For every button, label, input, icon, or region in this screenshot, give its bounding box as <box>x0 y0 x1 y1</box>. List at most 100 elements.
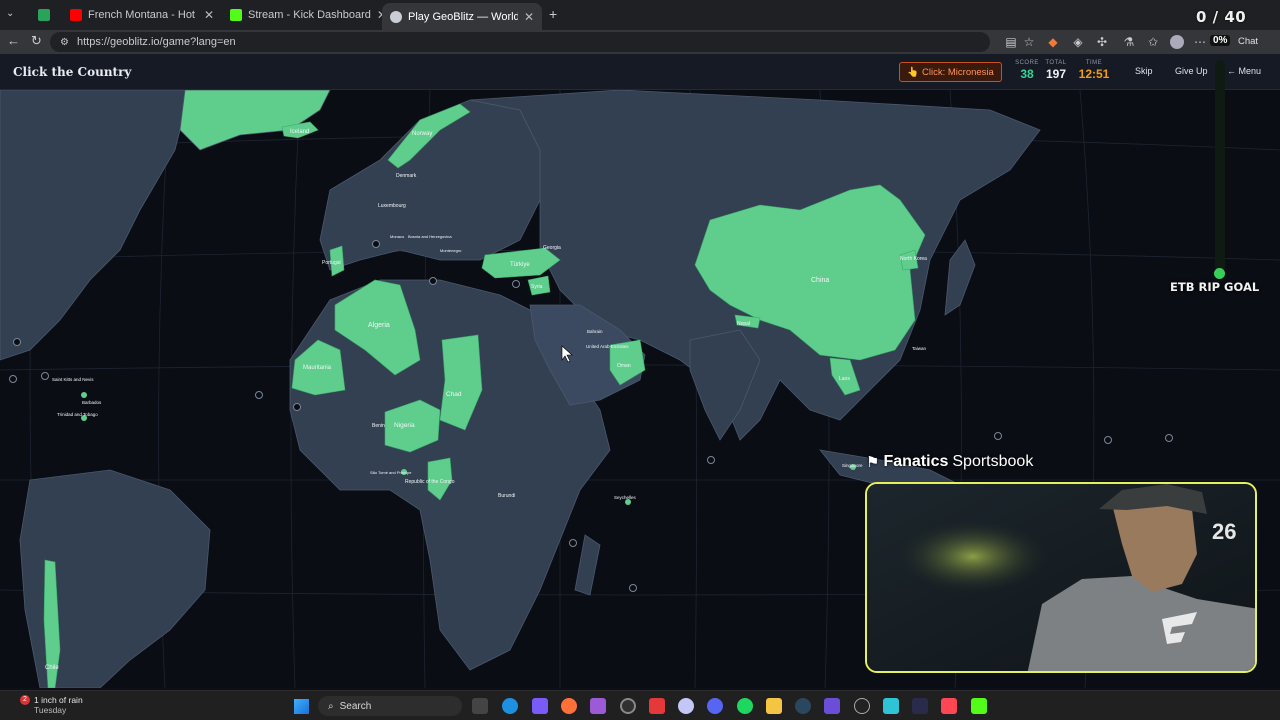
country-label: Bosnia and Herzegovina <box>408 234 452 239</box>
goal-counter: 0 / 40 <box>1196 8 1247 26</box>
time-label: TIME <box>1085 60 1103 66</box>
browser-tab-strip: ⌄ French Montana - Hot Boy Bling ft ✕ St… <box>0 0 1280 30</box>
obs-icon[interactable] <box>620 698 636 714</box>
island-marker[interactable] <box>1104 436 1112 444</box>
reader-mode-icon[interactable]: ▤ <box>1004 35 1018 49</box>
app-dark-icon[interactable] <box>854 698 870 714</box>
island-marker[interactable] <box>429 277 437 285</box>
webcam-scene: 26 <box>867 484 1255 671</box>
spotify-icon[interactable] <box>737 698 753 714</box>
extension-diamond-icon[interactable]: ◈ <box>1071 35 1085 49</box>
island-marker[interactable] <box>372 240 380 248</box>
percent-badge[interactable]: 0% <box>1210 35 1231 46</box>
brand-name-bold: Fanatics <box>883 453 949 470</box>
madagascar-shape[interactable] <box>574 534 601 596</box>
island-marker[interactable] <box>1165 434 1173 442</box>
profile-avatar[interactable] <box>1170 35 1184 49</box>
tab-favicon-icon <box>38 9 50 21</box>
steam-icon[interactable] <box>795 698 811 714</box>
favorites-icon[interactable]: ✩ <box>1146 35 1160 49</box>
file-explorer-icon[interactable] <box>766 698 782 714</box>
north-america-shape[interactable] <box>0 90 191 361</box>
back-arrow-icon[interactable]: ← <box>7 33 20 48</box>
edge-icon[interactable] <box>502 698 518 714</box>
menu-button[interactable]: ← Menu <box>1227 66 1261 76</box>
chat-button[interactable]: Chat <box>1238 36 1258 47</box>
country-label: Barbados <box>82 400 102 405</box>
time-stat: TIME 12:51 <box>1078 60 1110 81</box>
country-label: Singapore <box>842 463 863 468</box>
score-label: SCORE <box>1015 60 1039 66</box>
discord-icon[interactable] <box>707 698 723 714</box>
address-bar[interactable]: ⚙ https://geoblitz.io/game?lang=en <box>50 32 990 52</box>
app-teal-icon[interactable] <box>883 698 899 714</box>
target-country-label: Click: Micronesia <box>922 66 994 78</box>
island-marker[interactable] <box>293 403 301 411</box>
island-marker[interactable] <box>13 338 21 346</box>
tab-youtube[interactable]: French Montana - Hot Boy Bling ft ✕ <box>62 4 222 26</box>
island-marker[interactable] <box>994 432 1002 440</box>
firefox-icon[interactable] <box>561 698 577 714</box>
island-marker[interactable] <box>512 280 520 288</box>
new-tab-button[interactable]: + <box>549 6 557 22</box>
app-red-icon[interactable] <box>649 698 665 714</box>
country-label: Monaco <box>390 234 405 239</box>
japan-shape[interactable] <box>944 239 976 316</box>
country-label: Georgia <box>543 245 561 251</box>
country-label: Montenegro <box>440 248 462 253</box>
site-info-icon[interactable]: ⚙ <box>60 37 69 48</box>
extensions-icon[interactable]: ⚗ <box>1122 35 1136 49</box>
taskbar-search[interactable]: ⌕ Search <box>318 696 462 716</box>
app-icon[interactable] <box>590 698 606 714</box>
app-green-icon[interactable] <box>971 698 987 714</box>
more-menu-icon[interactable]: ⋯ <box>1193 35 1207 49</box>
give-up-button[interactable]: Give Up <box>1175 66 1208 76</box>
island-marker-found[interactable] <box>81 392 87 398</box>
bookmark-star-icon[interactable]: ☆ <box>1022 35 1036 49</box>
score-value: 38 <box>1020 67 1034 81</box>
reload-icon[interactable]: ↻ <box>31 33 42 49</box>
island-marker[interactable] <box>707 456 715 464</box>
country-label: North Korea <box>900 256 927 262</box>
weather-widget[interactable]: 1 inch of rain Tuesday <box>34 695 83 715</box>
weather-day: Tuesday <box>34 705 67 715</box>
time-value: 12:51 <box>1078 67 1110 81</box>
tab-pinned[interactable] <box>30 4 62 26</box>
island-marker[interactable] <box>629 584 637 592</box>
search-icon: ⌕ <box>328 700 334 712</box>
country-label: Nepal <box>737 321 750 327</box>
tab-close-icon[interactable]: ✕ <box>204 8 214 22</box>
itunes-icon[interactable] <box>678 698 694 714</box>
extension-fox-icon[interactable]: ◆ <box>1046 35 1060 49</box>
island-marker[interactable] <box>255 391 263 399</box>
app-valorant-icon[interactable] <box>941 698 957 714</box>
island-marker[interactable] <box>41 372 49 380</box>
app-stack-icon[interactable] <box>824 698 840 714</box>
country-label: Chad <box>446 391 462 398</box>
game-header: Click the Country 👆 Click: Micronesia SC… <box>0 54 1280 90</box>
country-label: China <box>811 277 829 284</box>
goal-label: ETB RIP GOAL <box>1170 280 1260 294</box>
tab-close-icon[interactable]: ✕ <box>524 10 534 24</box>
tab-geoblitz[interactable]: Play GeoBlitz — World Geography ✕ <box>382 3 542 30</box>
country-label: Iceland <box>290 129 309 135</box>
country-label: São Tomé and Príncipe <box>370 470 412 475</box>
country-label: Türkiye <box>510 262 530 268</box>
island-marker[interactable] <box>9 375 17 383</box>
country-label: Laos <box>839 376 850 382</box>
country-label: Republic of the Congo <box>405 479 455 485</box>
tab-kick-dashboard[interactable]: Stream - Kick Dashboard ✕ <box>222 4 382 26</box>
island-marker[interactable] <box>569 539 577 547</box>
copilot-icon[interactable] <box>532 698 548 714</box>
compass-icon <box>390 10 402 23</box>
greenland-shape[interactable] <box>179 90 331 151</box>
country-label: Trinidad and Tobago <box>57 412 98 417</box>
app-fx-icon[interactable] <box>912 698 928 714</box>
tab-search-chevron-icon[interactable]: ⌄ <box>6 8 14 19</box>
extension-puzzle-icon[interactable]: ✣ <box>1095 35 1109 49</box>
url-text[interactable]: https://geoblitz.io/game?lang=en <box>77 36 236 48</box>
task-view-icon[interactable] <box>472 698 488 714</box>
page-title: Click the Country <box>13 65 132 79</box>
windows-start-icon[interactable] <box>294 699 309 714</box>
skip-button[interactable]: Skip <box>1135 66 1153 76</box>
